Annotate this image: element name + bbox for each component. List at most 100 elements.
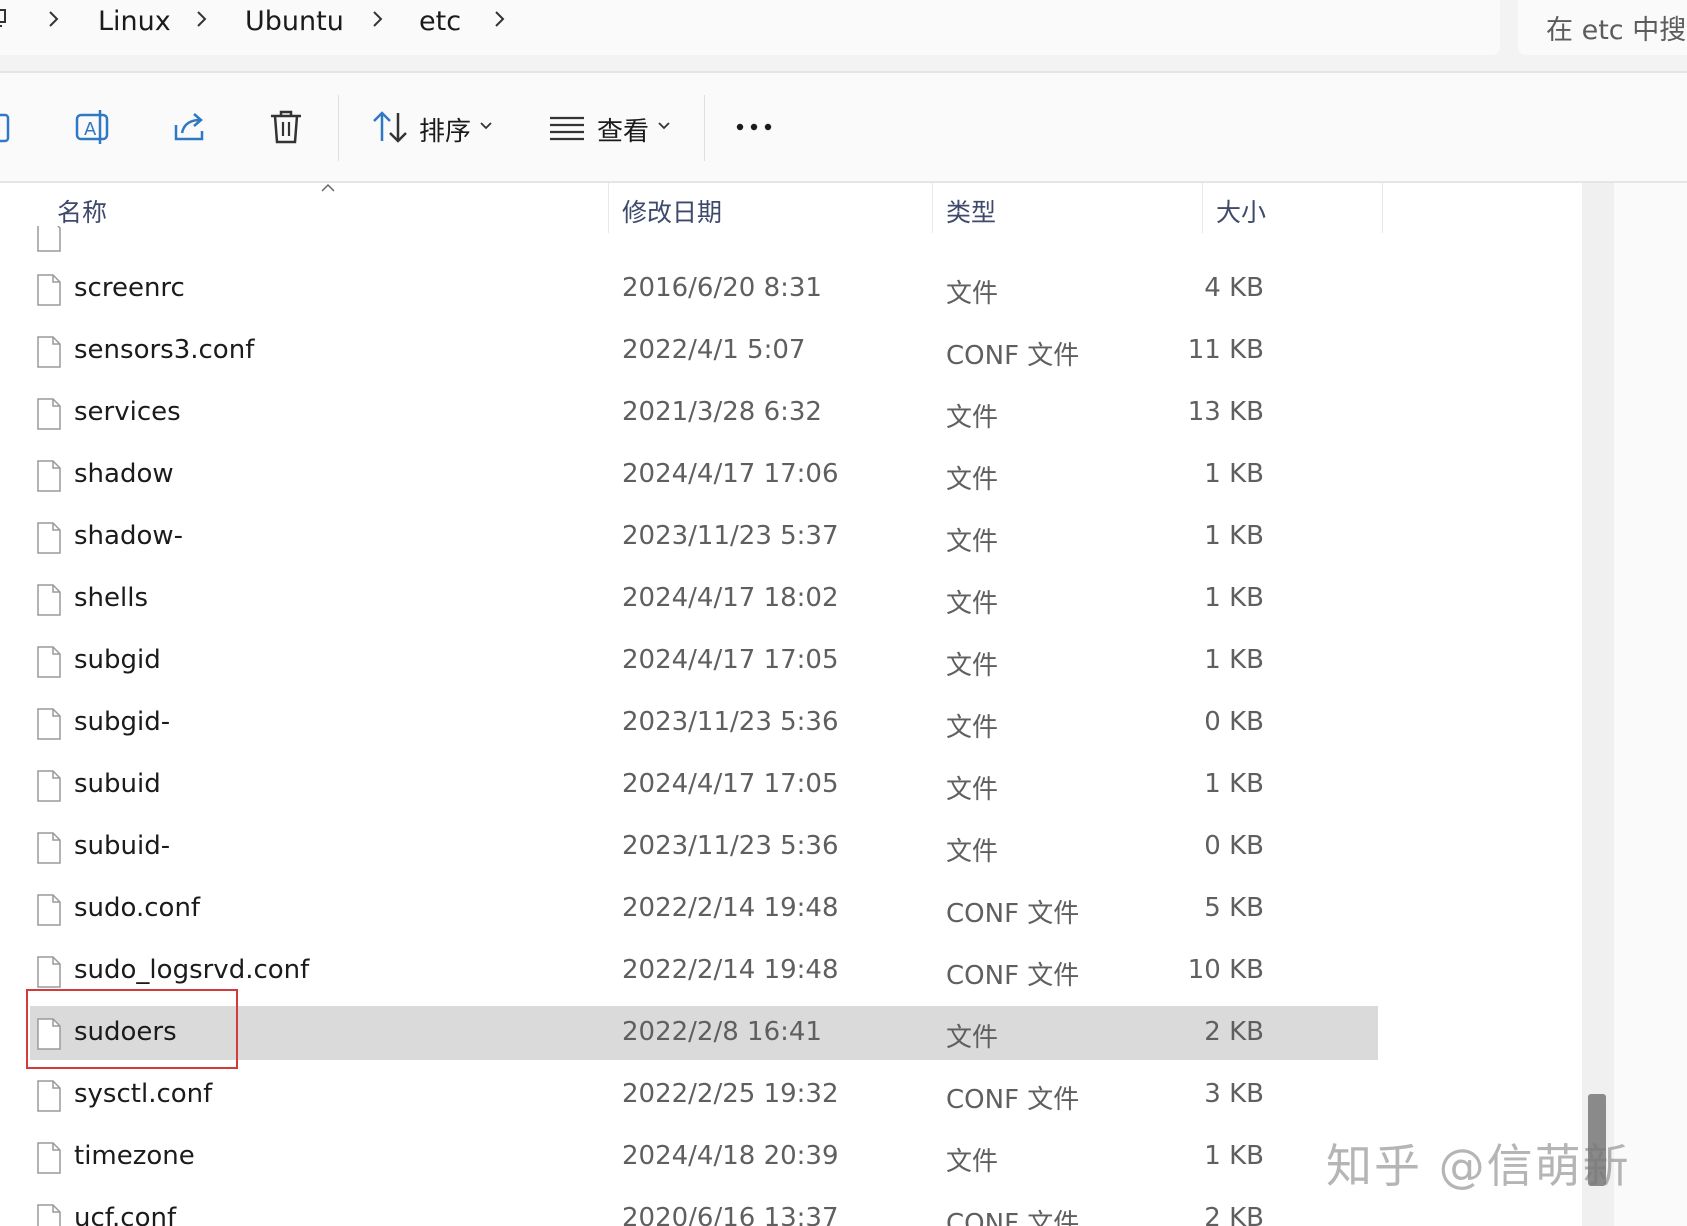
file-size: 0 KB xyxy=(1204,831,1264,861)
chevron-right-icon[interactable] xyxy=(48,10,60,28)
file-row[interactable]: shadow 2024/4/17 17:06 文件 1 KB xyxy=(0,448,1582,502)
file-date: 2021/3/28 6:32 xyxy=(622,397,822,427)
file-name[interactable]: shadow xyxy=(74,459,174,489)
file-row[interactable]: subuid 2024/4/17 17:05 文件 1 KB xyxy=(0,758,1582,812)
chevron-down-icon[interactable] xyxy=(657,121,671,131)
sort-ascending-icon xyxy=(321,183,335,192)
file-name[interactable]: sudo.conf xyxy=(74,893,200,923)
view-button[interactable]: 查看 xyxy=(597,111,649,148)
this-pc-icon[interactable] xyxy=(0,8,8,30)
file-size: 1 KB xyxy=(1204,459,1264,489)
file-date: 2020/6/16 13:37 xyxy=(622,1203,839,1226)
file-name[interactable]: shadow- xyxy=(74,521,183,551)
chevron-right-icon[interactable] xyxy=(196,10,208,28)
file-name[interactable]: sysctl.conf xyxy=(74,1079,212,1109)
file-name[interactable]: subuid- xyxy=(74,831,170,861)
vertical-scrollbar[interactable] xyxy=(1582,183,1614,1226)
paste-icon[interactable] xyxy=(0,107,18,147)
breadcrumb-ubuntu[interactable]: Ubuntu xyxy=(245,6,344,37)
chevron-down-icon[interactable] xyxy=(479,121,493,131)
file-name[interactable]: ucf.conf xyxy=(74,1203,176,1226)
column-header-type[interactable]: 类型 xyxy=(946,193,996,229)
file-name[interactable]: subgid xyxy=(74,645,161,675)
file-type: 文件 xyxy=(946,1147,999,1177)
address-bar-area: Linux Ubuntu etc 在 etc 中搜索 xyxy=(0,0,1687,72)
file-date: 2024/4/17 17:05 xyxy=(622,645,839,675)
file-size: 5 KB xyxy=(1204,893,1264,923)
file-icon xyxy=(37,336,61,368)
file-date: 2023/11/23 5:37 xyxy=(622,521,839,551)
file-date: 2024/4/18 20:39 xyxy=(622,1141,839,1171)
file-row[interactable]: sysctl.conf 2022/2/25 19:32 CONF 文件 3 KB xyxy=(0,1068,1582,1122)
file-size: 3 KB xyxy=(1204,1079,1264,1109)
delete-icon[interactable] xyxy=(266,107,306,147)
file-icon xyxy=(37,1080,61,1112)
file-date: 2022/4/1 5:07 xyxy=(622,335,806,365)
file-type: 文件 xyxy=(946,713,999,743)
column-header-name[interactable]: 名称 xyxy=(57,193,107,229)
file-type: 文件 xyxy=(946,589,999,619)
share-icon[interactable] xyxy=(170,107,210,147)
file-row[interactable]: sudo.conf 2022/2/14 19:48 CONF 文件 5 KB xyxy=(0,882,1582,936)
file-icon xyxy=(37,398,61,430)
file-row[interactable]: subgid- 2023/11/23 5:36 文件 0 KB xyxy=(0,696,1582,750)
file-row[interactable]: ucf.conf 2020/6/16 13:37 CONF 文件 2 KB xyxy=(0,1192,1582,1226)
more-options-icon[interactable] xyxy=(734,107,774,147)
file-size: 1 KB xyxy=(1204,645,1264,675)
file-size: 11 KB xyxy=(1187,335,1264,365)
file-icon xyxy=(37,770,61,802)
file-type: 文件 xyxy=(946,1023,999,1053)
file-icon xyxy=(37,708,61,740)
search-box[interactable]: 在 etc 中搜索 xyxy=(1518,0,1687,55)
file-date: 2022/2/14 19:48 xyxy=(622,955,839,985)
file-size: 13 KB xyxy=(1187,397,1264,427)
search-input[interactable]: 在 etc 中搜索 xyxy=(1546,8,1687,47)
column-header-date[interactable]: 修改日期 xyxy=(622,193,722,229)
rename-icon[interactable]: A xyxy=(74,107,114,147)
file-row[interactable]: subuid- 2023/11/23 5:36 文件 0 KB xyxy=(0,820,1582,874)
svg-text:A: A xyxy=(84,119,97,140)
file-type: CONF 文件 xyxy=(946,1209,1080,1226)
file-icon xyxy=(37,956,61,988)
file-row[interactable]: shells 2024/4/17 18:02 文件 1 KB xyxy=(0,572,1582,626)
file-row[interactable]: subgid 2024/4/17 17:05 文件 1 KB xyxy=(0,634,1582,688)
file-icon xyxy=(37,894,61,926)
file-name[interactable]: services xyxy=(74,397,181,427)
breadcrumb-etc[interactable]: etc xyxy=(419,6,461,37)
file-row[interactable]: screenrc 2016/6/20 8:31 文件 4 KB xyxy=(0,262,1582,316)
annotation-highlight-box xyxy=(26,989,238,1069)
toolbar-divider xyxy=(338,95,339,161)
file-icon xyxy=(37,646,61,678)
file-icon xyxy=(37,460,61,492)
list-item[interactable] xyxy=(0,226,1582,262)
file-date: 2022/2/8 16:41 xyxy=(622,1017,822,1047)
sort-icon[interactable] xyxy=(370,107,410,147)
file-row[interactable]: services 2021/3/28 6:32 文件 13 KB xyxy=(0,386,1582,440)
column-header-size[interactable]: 大小 xyxy=(1216,193,1266,229)
file-row[interactable]: shadow- 2023/11/23 5:37 文件 1 KB xyxy=(0,510,1582,564)
chevron-right-icon[interactable] xyxy=(494,10,506,28)
file-date: 2022/2/14 19:48 xyxy=(622,893,839,923)
details-pane xyxy=(1614,183,1687,1226)
view-icon[interactable] xyxy=(548,107,588,147)
sort-button[interactable]: 排序 xyxy=(419,111,471,148)
file-name[interactable]: shells xyxy=(74,583,148,613)
address-bar[interactable]: Linux Ubuntu etc xyxy=(0,0,1500,55)
file-icon xyxy=(37,832,61,864)
file-date: 2016/6/20 8:31 xyxy=(622,273,822,303)
file-type: CONF 文件 xyxy=(946,341,1080,371)
file-date: 2024/4/17 17:05 xyxy=(622,769,839,799)
chevron-right-icon[interactable] xyxy=(372,10,384,28)
file-name[interactable]: subuid xyxy=(74,769,161,799)
file-name[interactable]: subgid- xyxy=(74,707,170,737)
breadcrumb-linux[interactable]: Linux xyxy=(98,6,171,37)
file-type: CONF 文件 xyxy=(946,1085,1080,1115)
file-type: CONF 文件 xyxy=(946,961,1080,991)
file-name[interactable]: sensors3.conf xyxy=(74,335,254,365)
file-name[interactable]: sudo_logsrvd.conf xyxy=(74,955,309,985)
file-date: 2024/4/17 18:02 xyxy=(622,583,839,613)
file-name[interactable]: screenrc xyxy=(74,273,185,303)
file-icon xyxy=(37,1204,61,1226)
file-name[interactable]: timezone xyxy=(74,1141,195,1171)
file-row[interactable]: sensors3.conf 2022/4/1 5:07 CONF 文件 11 KB xyxy=(0,324,1582,378)
